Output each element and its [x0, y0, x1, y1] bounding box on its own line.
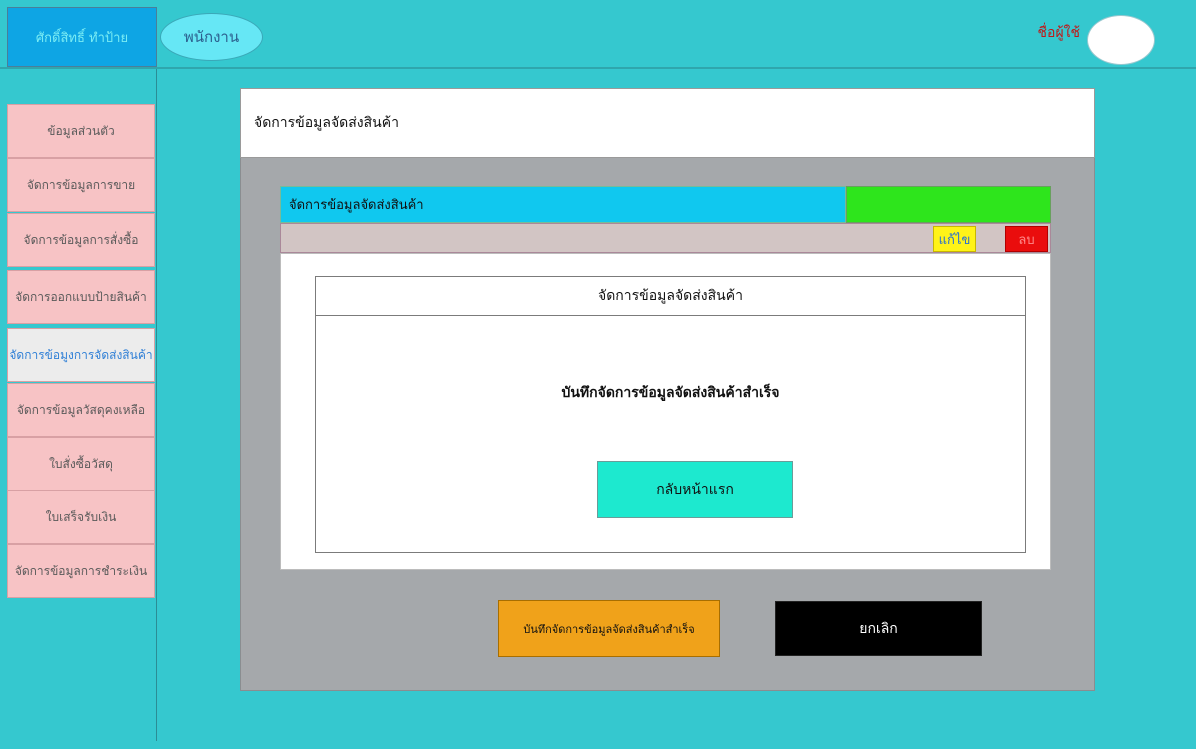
cancel-button[interactable]: ยกเลิก	[775, 601, 982, 656]
back-home-button[interactable]: กลับหน้าแรก	[597, 461, 793, 518]
sidebar-item-sign-design[interactable]: จัดการออกแบบป้ายสินค้า	[7, 270, 155, 324]
dialog-title: จัดการข้อมูลจัดส่งสินค้า	[315, 276, 1026, 316]
sidebar-item-shipping[interactable]: จัดการข้อมูงการจัดส่งสินค้า	[7, 328, 155, 382]
sidebar-item-payment[interactable]: จัดการข้อมูลการชำระเงิน	[7, 544, 155, 598]
edit-button[interactable]: แก้ไข	[933, 226, 976, 252]
delete-button[interactable]: ลบ	[1005, 226, 1048, 252]
sidebar-item-orders[interactable]: จัดการข้อมูลการสั่งซื้อ	[7, 213, 155, 267]
form-header-accent	[846, 186, 1051, 223]
avatar[interactable]	[1087, 15, 1155, 65]
brand-logo[interactable]: ศักดิ์สิทธิ์ ทำป้าย	[7, 7, 157, 67]
sidebar-item-profile[interactable]: ข้อมูลส่วนตัว	[7, 104, 155, 158]
dialog-message: บันทึกจัดการข้อมูลจัดส่งสินค้าสำเร็จ	[561, 385, 780, 401]
role-badge: พนักงาน	[160, 13, 263, 61]
sidebar-item-materials[interactable]: จัดการข้อมูลวัสดุคงเหลือ	[7, 383, 155, 437]
save-button[interactable]: บันทึกจัดการข้อมูลจัดส่งสินค้าสำเร็จ	[498, 600, 720, 657]
sidebar-item-purchase-order[interactable]: ใบสั่งซื้อวัสดุ	[7, 437, 155, 491]
form-header: จัดการข้อมูลจัดส่งสินค้า	[280, 186, 846, 223]
username-label: ชื่อผู้ใช้	[1037, 25, 1080, 41]
page-title: จัดการข้อมูลจัดส่งสินค้า	[240, 88, 1095, 158]
header-divider	[0, 67, 1196, 69]
sidebar-item-receipt[interactable]: ใบเสร็จรับเงิน	[7, 490, 155, 544]
sidebar-item-sales[interactable]: จัดการข้อมูลการขาย	[7, 158, 155, 212]
